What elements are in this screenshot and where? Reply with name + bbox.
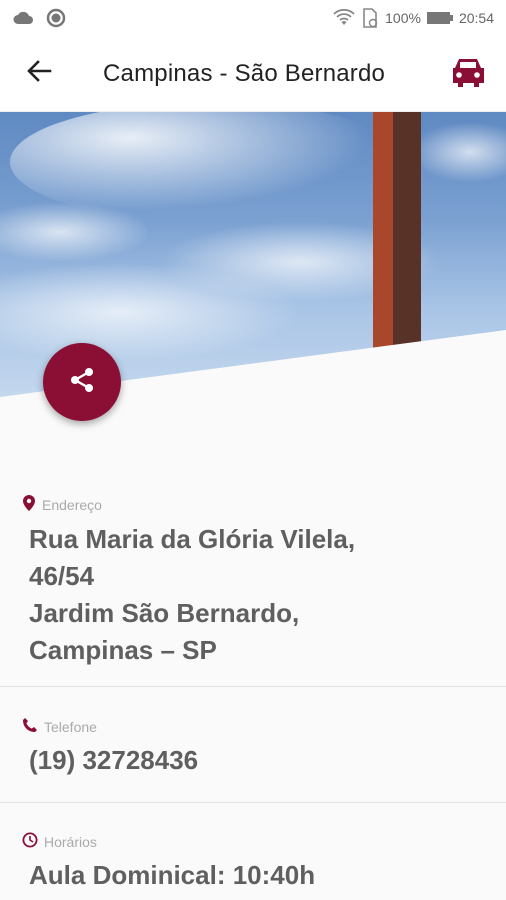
address-value: Rua Maria da Glória Vilela, 46/54 Jardim…	[29, 521, 486, 669]
battery-percent: 100%	[385, 10, 421, 26]
phone-value: (19) 32728436	[29, 745, 199, 775]
car-icon	[449, 56, 487, 93]
phone-label: Telefone	[44, 718, 97, 735]
hours-section: Horários Aula Dominical: 10:40h	[0, 832, 506, 900]
arrow-back-icon	[26, 59, 52, 88]
address-line: 46/54	[29, 561, 95, 591]
location-pin-icon	[22, 494, 36, 515]
address-line: Rua Maria da Glória Vilela,	[29, 524, 356, 554]
hours-label: Horários	[44, 833, 97, 850]
status-bar: 100% 20:54	[0, 0, 506, 36]
phone-icon	[22, 717, 38, 736]
clock-icon	[22, 832, 38, 851]
app-bar: Campinas - São Bernardo	[0, 36, 506, 112]
hours-value: Aula Dominical: 10:40h	[29, 860, 316, 890]
sim-icon	[361, 8, 379, 28]
address-section[interactable]: Endereço Rua Maria da Glória Vilela, 46/…	[0, 494, 506, 687]
address-label: Endereço	[42, 496, 102, 513]
phone-section[interactable]: Telefone (19) 32728436	[0, 717, 506, 803]
clock: 20:54	[458, 10, 494, 26]
directions-button[interactable]	[448, 56, 488, 92]
address-line: Jardim São Bernardo,	[29, 598, 300, 628]
back-button[interactable]	[0, 36, 78, 112]
record-icon	[46, 8, 66, 28]
cloud-icon	[12, 11, 34, 25]
battery-icon	[426, 11, 453, 25]
address-line: Campinas – SP	[29, 635, 217, 665]
share-icon	[67, 365, 97, 400]
wifi-icon	[333, 9, 355, 27]
page-title: Campinas - São Bernardo	[103, 59, 386, 87]
share-button[interactable]	[43, 343, 121, 421]
